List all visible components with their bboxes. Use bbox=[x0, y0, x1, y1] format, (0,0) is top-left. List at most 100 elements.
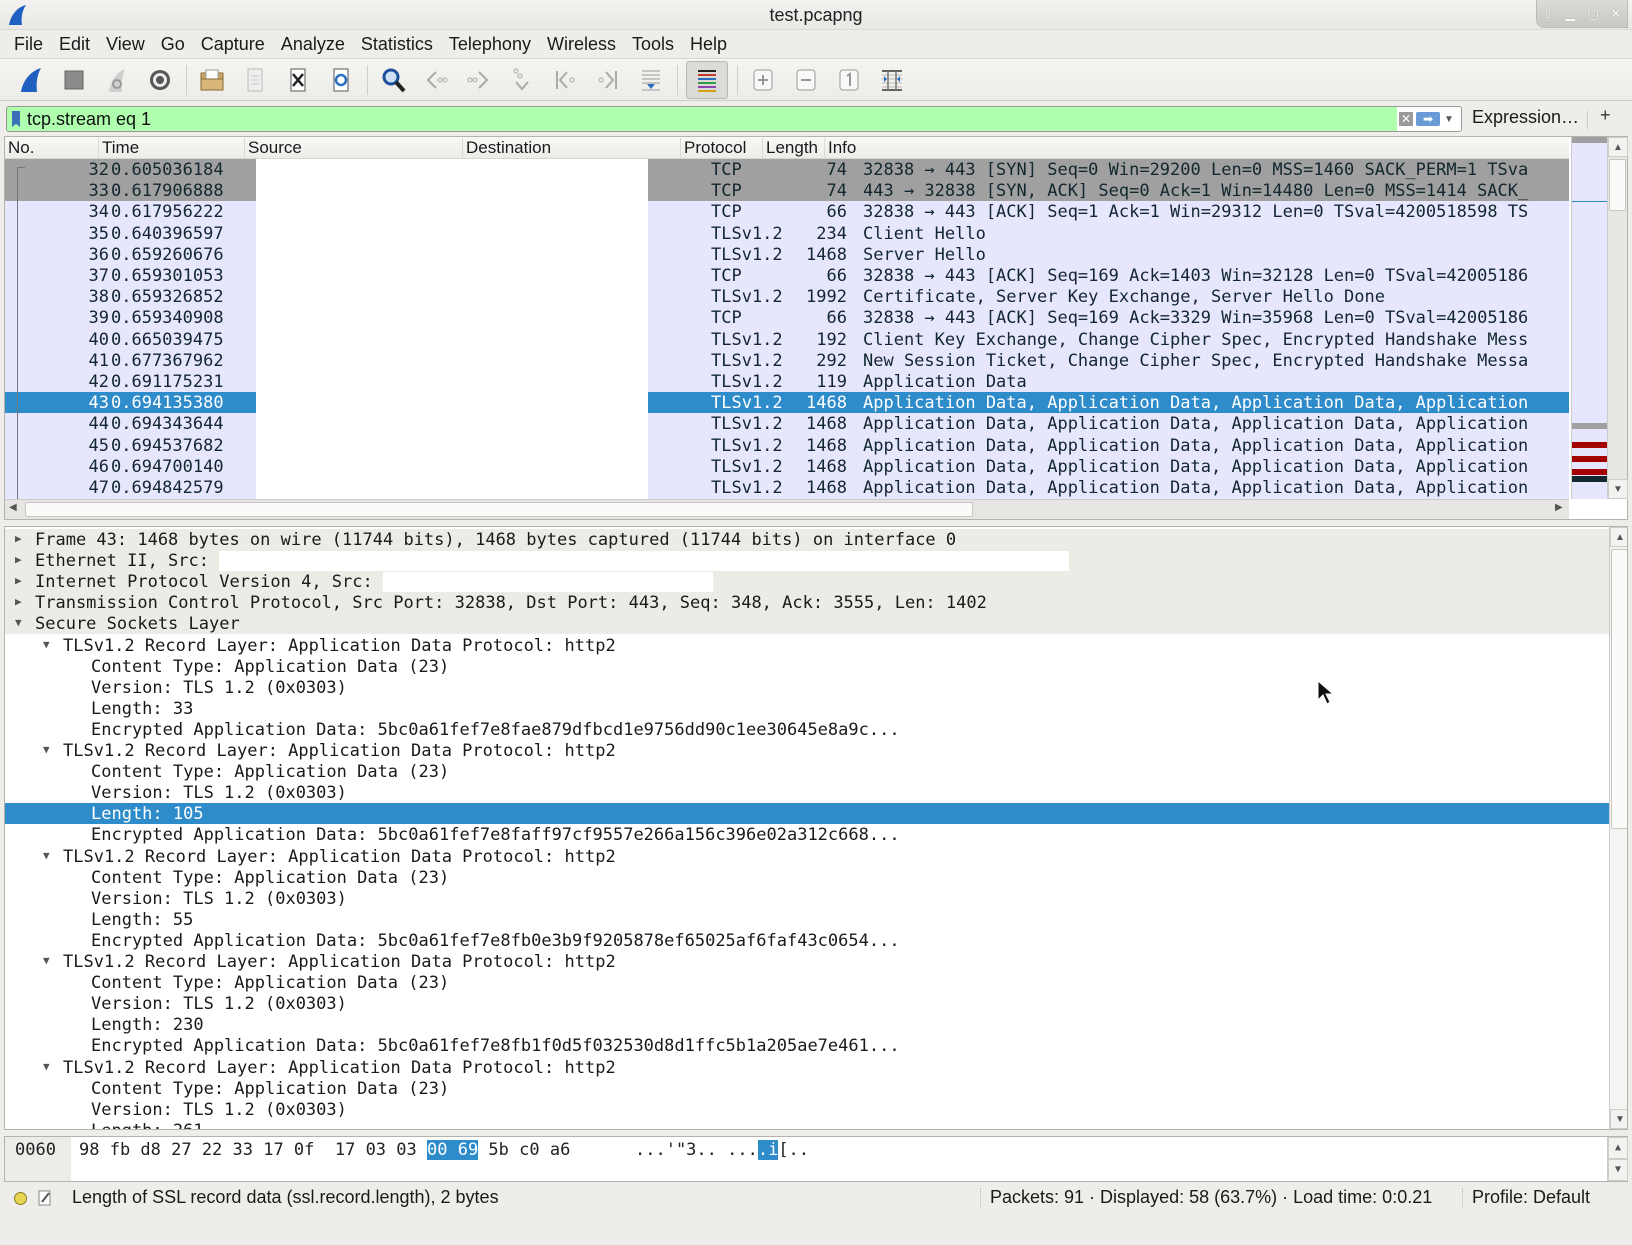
scroll-up-icon[interactable]: ▲ bbox=[1610, 527, 1627, 547]
scroll-up-icon[interactable]: ▲ bbox=[1608, 1137, 1628, 1159]
packet-row[interactable]: 40 0.665039475 TLSv1.2 192 Client Key Exchan… bbox=[5, 328, 1569, 351]
menu-view[interactable]: View bbox=[98, 34, 153, 55]
packet-row[interactable]: 36 0.659260676 TLSv1.2 1468 Server Hello bbox=[5, 243, 1569, 266]
packet-list-horizontal-scrollbar[interactable]: ◀ ▶ bbox=[5, 499, 1569, 519]
hex-dump[interactable]: 98 fb d8 27 22 33 17 0f 17 03 03 00 69 5… bbox=[79, 1140, 570, 1160]
normal-size-button[interactable] bbox=[832, 63, 866, 97]
up-icon[interactable]: ⇧ bbox=[1543, 6, 1554, 22]
detail-row[interactable]: Content Type: Application Data (23) bbox=[5, 656, 1609, 677]
packet-row[interactable]: 45 0.694537682 TLSv1.2 1468 Application Data… bbox=[5, 434, 1569, 457]
open-file-button[interactable] bbox=[195, 63, 229, 97]
detail-row[interactable]: ▼ TLSv1.2 Record Layer: Application Data … bbox=[5, 1057, 1609, 1078]
menu-telephony[interactable]: Telephony bbox=[441, 34, 539, 55]
scroll-left-icon[interactable]: ◀ bbox=[9, 502, 17, 513]
detail-row[interactable]: Content Type: Application Data (23) bbox=[5, 972, 1609, 993]
capture-options-button[interactable] bbox=[143, 63, 177, 97]
scrollbar-thumb[interactable] bbox=[1611, 549, 1627, 829]
go-to-packet-button[interactable] bbox=[505, 63, 539, 97]
display-filter-input[interactable] bbox=[27, 107, 1407, 131]
close-icon[interactable]: ✕ bbox=[1610, 6, 1621, 22]
menu-go[interactable]: Go bbox=[153, 34, 193, 55]
column-header-length[interactable]: Length bbox=[763, 138, 825, 158]
detail-row[interactable]: ▼ TLSv1.2 Record Layer: Application Data … bbox=[5, 740, 1609, 761]
packet-row[interactable]: 32 0.605036184 TCP 74 32838 → 443 [SYN] Seq=… bbox=[5, 159, 1569, 181]
packet-row-selected[interactable]: 43 0.694135380 TLSv1.2 1468 Application Data… bbox=[5, 392, 1569, 415]
expanded-arrow-icon[interactable]: ▼ bbox=[43, 849, 50, 862]
column-header-no[interactable]: No. bbox=[5, 138, 99, 158]
detail-row-selected[interactable]: Length: 105 bbox=[5, 803, 1609, 825]
clear-filter-icon[interactable]: ✕ bbox=[1399, 112, 1413, 126]
packet-row[interactable]: 47 0.694842579 TLSv1.2 1468 Application Data… bbox=[5, 477, 1569, 499]
column-header-protocol[interactable]: Protocol bbox=[681, 138, 763, 158]
filter-history-dropdown-icon[interactable]: ▼ bbox=[1443, 114, 1455, 125]
auto-scroll-button[interactable] bbox=[634, 63, 668, 97]
expanded-arrow-icon[interactable]: ▼ bbox=[43, 1060, 50, 1073]
packet-row[interactable]: 46 0.694700140 TLSv1.2 1468 Application Data… bbox=[5, 455, 1569, 478]
status-profile[interactable]: Profile: Default bbox=[1472, 1187, 1590, 1208]
go-last-button[interactable] bbox=[591, 63, 625, 97]
detail-row[interactable]: ▶ Ethernet II, Src: bbox=[5, 550, 1609, 572]
scroll-down-icon[interactable]: ▼ bbox=[1608, 479, 1628, 499]
collapsed-arrow-icon[interactable]: ▶ bbox=[15, 574, 22, 587]
expression-button[interactable]: Expression… bbox=[1472, 107, 1579, 128]
detail-row[interactable]: ▼ TLSv1.2 Record Layer: Application Data … bbox=[5, 846, 1609, 867]
detail-row[interactable]: Version: TLS 1.2 (0x0303) bbox=[5, 1099, 1609, 1120]
bookmark-icon[interactable] bbox=[12, 111, 20, 127]
go-back-button[interactable] bbox=[419, 63, 453, 97]
packet-minimap[interactable] bbox=[1571, 137, 1608, 499]
detail-row[interactable]: ▶ Frame 43: 1468 bytes on wire (11744 bit… bbox=[5, 529, 1609, 550]
detail-row[interactable]: Version: TLS 1.2 (0x0303) bbox=[5, 677, 1609, 698]
resize-columns-button[interactable] bbox=[875, 63, 909, 97]
add-filter-button[interactable]: + bbox=[1600, 105, 1611, 126]
detail-row[interactable]: ▼ TLSv1.2 Record Layer: Application Data … bbox=[5, 635, 1609, 656]
collapsed-arrow-icon[interactable]: ▶ bbox=[15, 532, 22, 545]
menu-analyze[interactable]: Analyze bbox=[273, 34, 353, 55]
expert-info-led-icon[interactable] bbox=[14, 1192, 27, 1205]
zoom-out-button[interactable] bbox=[789, 63, 823, 97]
detail-row[interactable]: Version: TLS 1.2 (0x0303) bbox=[5, 888, 1609, 909]
packet-row[interactable]: 39 0.659340908 TCP 66 32838 → 443 [ACK] Seq=… bbox=[5, 307, 1569, 330]
detail-row[interactable]: ▶ Internet Protocol Version 4, Src: bbox=[5, 571, 1609, 593]
packet-row[interactable]: 38 0.659326852 TLSv1.2 1992 Certificate, Ser… bbox=[5, 286, 1569, 309]
close-file-button[interactable] bbox=[281, 63, 315, 97]
detail-row[interactable]: Encrypted Application Data: 5bc0a61fef7e… bbox=[5, 1035, 1609, 1056]
detail-row[interactable]: Version: TLS 1.2 (0x0303) bbox=[5, 993, 1609, 1014]
menu-tools[interactable]: Tools bbox=[624, 34, 682, 55]
go-forward-button[interactable] bbox=[462, 63, 496, 97]
colorize-button[interactable] bbox=[686, 60, 728, 99]
expanded-arrow-icon[interactable]: ▼ bbox=[43, 638, 50, 651]
detail-row[interactable]: Encrypted Application Data: 5bc0a61fef7e… bbox=[5, 824, 1609, 845]
scroll-up-icon[interactable]: ▲ bbox=[1608, 137, 1628, 157]
reload-file-button[interactable] bbox=[324, 63, 358, 97]
menu-wireless[interactable]: Wireless bbox=[539, 34, 624, 55]
detail-row[interactable]: Version: TLS 1.2 (0x0303) bbox=[5, 782, 1609, 803]
menu-help[interactable]: Help bbox=[682, 34, 735, 55]
detail-row[interactable]: Content Type: Application Data (23) bbox=[5, 867, 1609, 888]
column-header-time[interactable]: Time bbox=[99, 138, 245, 158]
detail-row[interactable]: ▼ Secure Sockets Layer bbox=[5, 613, 1609, 635]
expanded-arrow-icon[interactable]: ▼ bbox=[43, 954, 50, 967]
go-first-button[interactable] bbox=[548, 63, 582, 97]
detail-row[interactable]: ▼ TLSv1.2 Record Layer: Application Data … bbox=[5, 951, 1609, 972]
column-header-info[interactable]: Info bbox=[825, 138, 1569, 158]
detail-row[interactable]: Encrypted Application Data: 5bc0a61fef7e… bbox=[5, 930, 1609, 951]
minimize-icon[interactable]: ▁ bbox=[1565, 6, 1575, 22]
packet-row[interactable]: 33 0.617906888 TCP 74 443 → 32838 [SYN, ACK]… bbox=[5, 180, 1569, 203]
collapsed-arrow-icon[interactable]: ▶ bbox=[15, 553, 22, 566]
detail-row[interactable]: Length: 261 bbox=[5, 1120, 1609, 1129]
restart-capture-button[interactable] bbox=[100, 63, 134, 97]
stop-capture-button[interactable] bbox=[57, 63, 91, 97]
menu-capture[interactable]: Capture bbox=[193, 34, 273, 55]
packet-row[interactable]: 34 0.617956222 TCP 66 32838 → 443 [ACK] Seq=… bbox=[5, 201, 1569, 224]
maximize-icon[interactable]: ▢ bbox=[1587, 6, 1599, 22]
bytes-vertical-scrollbar[interactable]: ▲ ▼ bbox=[1607, 1137, 1628, 1181]
menu-edit[interactable]: Edit bbox=[51, 34, 98, 55]
scrollbar-thumb[interactable] bbox=[1609, 159, 1626, 211]
zoom-in-button[interactable] bbox=[746, 63, 780, 97]
packet-list-vertical-scrollbar[interactable]: ▲ ▼ bbox=[1607, 137, 1628, 499]
capture-comment-icon[interactable] bbox=[38, 1190, 52, 1206]
detail-row[interactable]: Content Type: Application Data (23) bbox=[5, 761, 1609, 782]
detail-row[interactable]: Content Type: Application Data (23) bbox=[5, 1078, 1609, 1099]
column-header-destination[interactable]: Destination bbox=[463, 138, 681, 158]
detail-row[interactable]: Length: 230 bbox=[5, 1014, 1609, 1035]
